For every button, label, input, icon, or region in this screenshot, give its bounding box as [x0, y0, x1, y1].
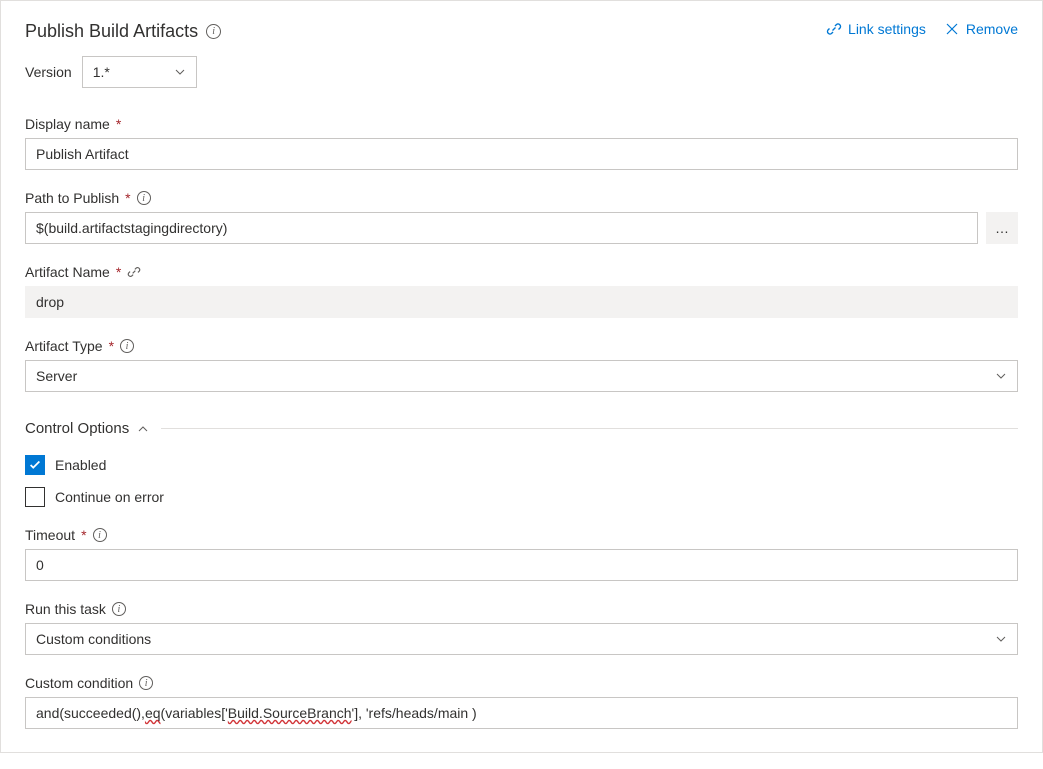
path-to-publish-input[interactable]: [25, 212, 978, 244]
required-marker: *: [116, 264, 121, 280]
link-icon: [826, 21, 842, 37]
remove-label: Remove: [966, 21, 1018, 37]
path-to-publish-label: Path to Publish: [25, 190, 119, 206]
display-name-label: Display name: [25, 116, 110, 132]
display-name-input[interactable]: [25, 138, 1018, 170]
link-settings-button[interactable]: Link settings: [826, 21, 926, 37]
continue-on-error-checkbox[interactable]: [25, 487, 45, 507]
control-options-title: Control Options: [25, 420, 129, 437]
timeout-input[interactable]: [25, 549, 1018, 581]
browse-button[interactable]: …: [986, 212, 1018, 244]
info-icon[interactable]: i: [206, 24, 221, 39]
chevron-down-icon: [995, 633, 1007, 645]
close-icon: [944, 21, 960, 37]
timeout-label: Timeout: [25, 527, 75, 543]
artifact-name-input[interactable]: [25, 286, 1018, 318]
custom-condition-label: Custom condition: [25, 675, 133, 691]
run-this-task-value: Custom conditions: [36, 631, 151, 647]
required-marker: *: [81, 527, 86, 543]
artifact-type-select[interactable]: Server: [25, 360, 1018, 392]
version-value: 1.*: [93, 64, 110, 80]
chevron-up-icon: [137, 423, 149, 435]
chevron-down-icon: [995, 370, 1007, 382]
info-icon[interactable]: i: [139, 676, 153, 690]
custom-condition-input[interactable]: and(succeeded(), eq(variables['Build.Sou…: [25, 697, 1018, 729]
info-icon[interactable]: i: [93, 528, 107, 542]
version-label: Version: [25, 64, 72, 80]
control-options-header[interactable]: Control Options: [25, 420, 1018, 439]
artifact-type-value: Server: [36, 368, 77, 384]
info-icon[interactable]: i: [137, 191, 151, 205]
artifact-type-label: Artifact Type: [25, 338, 103, 354]
required-marker: *: [109, 338, 114, 354]
remove-button[interactable]: Remove: [944, 21, 1018, 37]
run-this-task-select[interactable]: Custom conditions: [25, 623, 1018, 655]
enabled-label: Enabled: [55, 457, 106, 473]
info-icon[interactable]: i: [112, 602, 126, 616]
enabled-checkbox[interactable]: [25, 455, 45, 475]
required-marker: *: [116, 116, 121, 132]
chevron-down-icon: [174, 66, 186, 78]
version-select[interactable]: 1.*: [82, 56, 197, 88]
check-icon: [28, 458, 42, 472]
page-title: Publish Build Artifacts: [25, 21, 198, 42]
info-icon[interactable]: i: [120, 339, 134, 353]
continue-on-error-label: Continue on error: [55, 489, 164, 505]
link-icon[interactable]: [127, 265, 141, 279]
divider: [161, 428, 1018, 429]
link-settings-label: Link settings: [848, 21, 926, 37]
artifact-name-label: Artifact Name: [25, 264, 110, 280]
run-this-task-label: Run this task: [25, 601, 106, 617]
required-marker: *: [125, 190, 130, 206]
